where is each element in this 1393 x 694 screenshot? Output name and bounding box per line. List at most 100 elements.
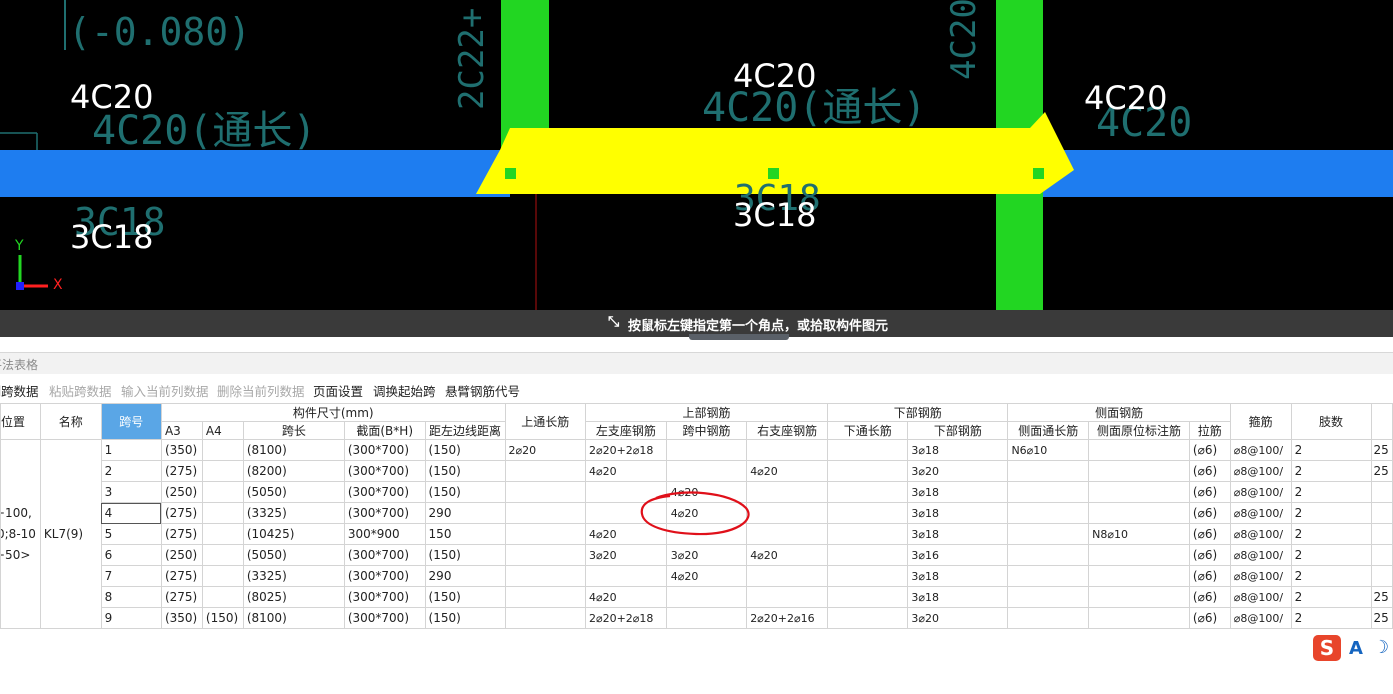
span-length[interactable]: (5050) (242, 481, 345, 503)
right-support[interactable] (746, 439, 828, 461)
legs[interactable]: 2 (1290, 544, 1372, 566)
mid-span[interactable]: 3⌀20 (665, 544, 748, 566)
offset[interactable]: (150) (424, 544, 506, 566)
header-span-no[interactable]: 跨号 (100, 403, 162, 440)
right-support[interactable] (746, 586, 828, 608)
side-orig[interactable]: N8⌀10 (1088, 523, 1190, 545)
section[interactable]: (300*700) (343, 439, 426, 461)
stirrup[interactable]: ⌀8@100/ (1229, 502, 1292, 524)
span-no[interactable]: 7 (100, 565, 162, 587)
a4-cell[interactable] (201, 565, 244, 587)
legs[interactable]: 2 (1290, 565, 1372, 587)
right-support[interactable] (746, 481, 828, 503)
table-row[interactable]: 8 (275) (8025) (300*700) (150) 4⌀20 3⌀18 (⌀6) ⌀8… (1, 586, 1393, 608)
side-through[interactable] (1007, 544, 1090, 566)
right-support[interactable] (746, 502, 828, 524)
span-no[interactable]: 6 (100, 544, 162, 566)
offset[interactable]: (150) (424, 607, 506, 629)
table-row[interactable]: 6 (250) (5050) (300*700) (150) 3⌀20 3⌀20 4⌀20 3⌀… (1, 544, 1393, 566)
left-support[interactable]: 4⌀20 (584, 460, 667, 482)
ime-toolbar[interactable]: S A ☽ (1313, 635, 1393, 661)
span-length[interactable]: (3325) (242, 502, 345, 524)
bottom-through[interactable] (826, 439, 909, 461)
mid-span[interactable] (665, 586, 748, 608)
extra[interactable]: 25 (1370, 607, 1393, 629)
a3-cell[interactable]: (275) (160, 502, 203, 524)
stirrup[interactable]: ⌀8@100/ (1229, 607, 1292, 629)
side-through[interactable] (1007, 481, 1090, 503)
extra[interactable] (1370, 565, 1393, 587)
legs[interactable]: 2 (1290, 502, 1372, 524)
table-row[interactable]: 9 (350) (150) (8100) (300*700) (150) 2⌀20+2⌀18… (1, 607, 1393, 629)
panel-resize-handle[interactable] (689, 334, 789, 340)
left-support[interactable]: 4⌀20 (584, 586, 667, 608)
right-support[interactable]: 4⌀20 (746, 544, 828, 566)
stirrup[interactable]: ⌀8@100/ (1229, 460, 1292, 482)
offset[interactable]: (150) (424, 439, 506, 461)
tie[interactable]: (⌀6) (1188, 439, 1231, 461)
top-through[interactable] (504, 460, 586, 482)
a3-cell[interactable]: (250) (160, 481, 203, 503)
extra[interactable] (1370, 481, 1393, 503)
span-no[interactable]: 5 (100, 523, 162, 545)
legs[interactable]: 2 (1290, 460, 1372, 482)
top-through[interactable] (504, 544, 586, 566)
legs[interactable]: 2 (1290, 607, 1372, 629)
legs[interactable]: 2 (1290, 586, 1372, 608)
span-length[interactable]: (8100) (242, 607, 345, 629)
bottom-through[interactable] (826, 502, 909, 524)
tie[interactable]: (⌀6) (1188, 481, 1231, 503)
legs[interactable]: 2 (1290, 523, 1372, 545)
extra[interactable]: 25 (1370, 460, 1393, 482)
bottom-bars[interactable]: 3⌀16 (907, 544, 1009, 566)
beam-name-cell[interactable]: KL7(9) (39, 439, 102, 629)
section[interactable]: (300*700) (343, 565, 426, 587)
offset[interactable]: (150) (424, 481, 506, 503)
section[interactable]: (300*700) (343, 607, 426, 629)
offset[interactable]: 290 (424, 565, 506, 587)
cad-viewport[interactable]: (-0.080) 4C20(通长) 2C22+ 4C20(通长) 4C20 4C… (0, 0, 1393, 310)
paste-span-data-button[interactable]: 粘贴跨数据 (49, 381, 112, 400)
input-column-data-button[interactable]: 输入当前列数据 (121, 381, 209, 400)
a4-cell[interactable] (201, 460, 244, 482)
bottom-bars[interactable]: 3⌀20 (907, 460, 1009, 482)
a3-cell[interactable]: (275) (160, 586, 203, 608)
side-through[interactable] (1007, 565, 1090, 587)
moon-icon[interactable]: ☽ (1373, 637, 1389, 658)
side-orig[interactable] (1088, 460, 1190, 482)
swap-start-span-button[interactable]: 调换起始跨 (373, 381, 436, 400)
stirrup[interactable]: ⌀8@100/ (1229, 481, 1292, 503)
span-length[interactable]: (10425) (242, 523, 345, 545)
extra[interactable] (1370, 544, 1393, 566)
section[interactable]: (300*700) (343, 586, 426, 608)
bottom-bars[interactable]: 3⌀18 (907, 502, 1009, 524)
bottom-bars[interactable]: 3⌀18 (907, 586, 1009, 608)
mid-span[interactable] (665, 439, 748, 461)
left-support[interactable]: 3⌀20 (584, 544, 667, 566)
mid-span[interactable] (665, 460, 748, 482)
side-through[interactable] (1007, 523, 1090, 545)
span-length[interactable]: (8025) (242, 586, 345, 608)
top-through[interactable] (504, 523, 586, 545)
bottom-through[interactable] (826, 460, 909, 482)
extra[interactable]: 25 (1370, 439, 1393, 461)
bottom-through[interactable] (826, 481, 909, 503)
section[interactable]: (300*700) (343, 460, 426, 482)
a3-cell[interactable]: (275) (160, 523, 203, 545)
side-orig[interactable] (1088, 481, 1190, 503)
right-support[interactable]: 2⌀20+2⌀16 (746, 607, 828, 629)
bottom-through[interactable] (826, 586, 909, 608)
span-length[interactable]: (8100) (242, 439, 345, 461)
right-support[interactable] (746, 523, 828, 545)
stirrup[interactable]: ⌀8@100/ (1229, 544, 1292, 566)
stirrup[interactable]: ⌀8@100/ (1229, 586, 1292, 608)
side-through[interactable] (1007, 586, 1090, 608)
stirrup[interactable]: ⌀8@100/ (1229, 439, 1292, 461)
tie[interactable]: (⌀6) (1188, 544, 1231, 566)
section[interactable]: (300*700) (343, 544, 426, 566)
tie[interactable]: (⌀6) (1188, 607, 1231, 629)
top-through[interactable] (504, 607, 586, 629)
offset[interactable]: (150) (424, 460, 506, 482)
extra[interactable] (1370, 523, 1393, 545)
top-through[interactable] (504, 481, 586, 503)
